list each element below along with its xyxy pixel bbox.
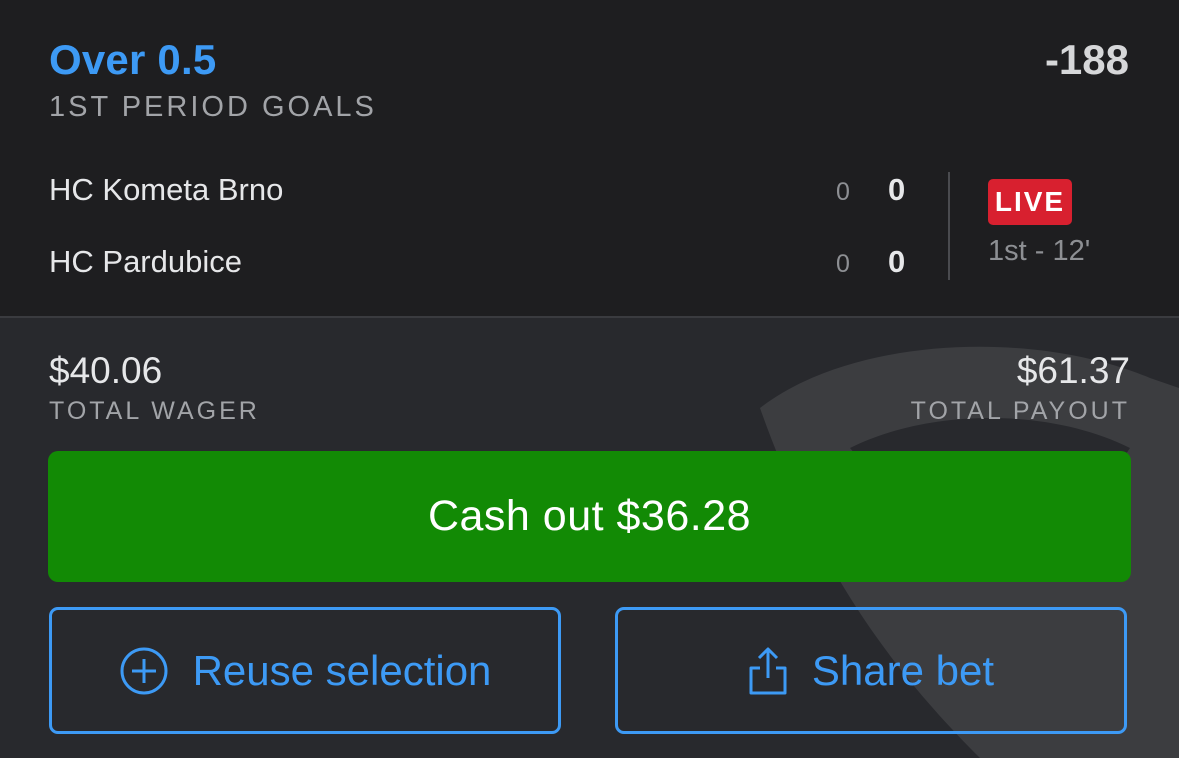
total-payout-amount: $61.37 <box>1016 350 1130 391</box>
team-name: HC Kometa Brno <box>49 172 284 207</box>
market-label: 1ST PERIOD GOALS <box>49 91 377 123</box>
odds-value: -188 <box>1044 36 1129 83</box>
reuse-selection-button[interactable]: Reuse selection <box>49 607 561 734</box>
plus-circle-icon <box>119 646 169 696</box>
period-score: 0 <box>836 178 850 206</box>
score-divider <box>948 172 950 280</box>
team-row: HC Kometa Brno 0 0 <box>49 170 919 210</box>
total-payout-label: TOTAL PAYOUT <box>910 397 1130 425</box>
selection-title: Over 0.5 <box>49 36 217 83</box>
period-score: 0 <box>836 250 850 278</box>
share-bet-button[interactable]: Share bet <box>615 607 1127 734</box>
bet-card: Over 0.5 -188 1ST PERIOD GOALS HC Kometa… <box>0 0 1179 758</box>
game-clock: 1st - 12' <box>988 235 1091 267</box>
share-bet-label: Share bet <box>811 646 995 694</box>
live-badge: LIVE <box>988 179 1072 225</box>
cash-out-button[interactable]: Cash out $36.28 <box>48 451 1131 582</box>
total-score: 0 <box>888 172 906 207</box>
bet-header-section: Over 0.5 -188 1ST PERIOD GOALS HC Kometa… <box>0 0 1179 318</box>
total-wager-amount: $40.06 <box>49 350 163 391</box>
share-icon <box>748 646 788 696</box>
total-wager-label: TOTAL WAGER <box>49 397 260 425</box>
reuse-selection-label: Reuse selection <box>192 646 492 694</box>
team-row: HC Pardubice 0 0 <box>49 242 919 282</box>
team-name: HC Pardubice <box>49 244 242 279</box>
total-score: 0 <box>888 244 906 279</box>
